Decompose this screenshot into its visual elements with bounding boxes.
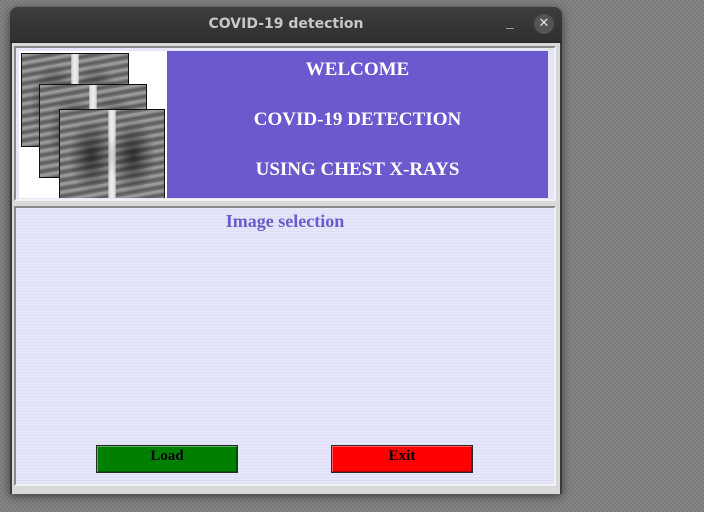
app-window: COVID-19 detection ✕ WELCOME COVID-19 DE… [10,7,562,494]
xray-image-3 [59,109,165,198]
close-icon[interactable]: ✕ [534,14,554,34]
header-frame: WELCOME COVID-19 DETECTION USING CHEST X… [14,46,556,201]
title-bar[interactable]: COVID-19 detection ✕ [10,7,562,43]
load-button[interactable]: Load [96,445,238,473]
xray-image [19,51,168,198]
image-selection-title: Image selection [225,211,345,231]
window-content: WELCOME COVID-19 DETECTION USING CHEST X… [12,43,560,494]
app-name-text: COVID-19 DETECTION [253,109,462,130]
minimize-icon[interactable] [500,15,520,35]
exit-button[interactable]: Exit [331,445,473,473]
subtitle-text: USING CHEST X-RAYS [255,159,460,180]
image-selection-panel: Image selection Load Exit [14,206,556,486]
welcome-banner: WELCOME COVID-19 DETECTION USING CHEST X… [167,51,548,198]
welcome-text: WELCOME [305,59,410,80]
window-title: COVID-19 detection [208,16,364,32]
